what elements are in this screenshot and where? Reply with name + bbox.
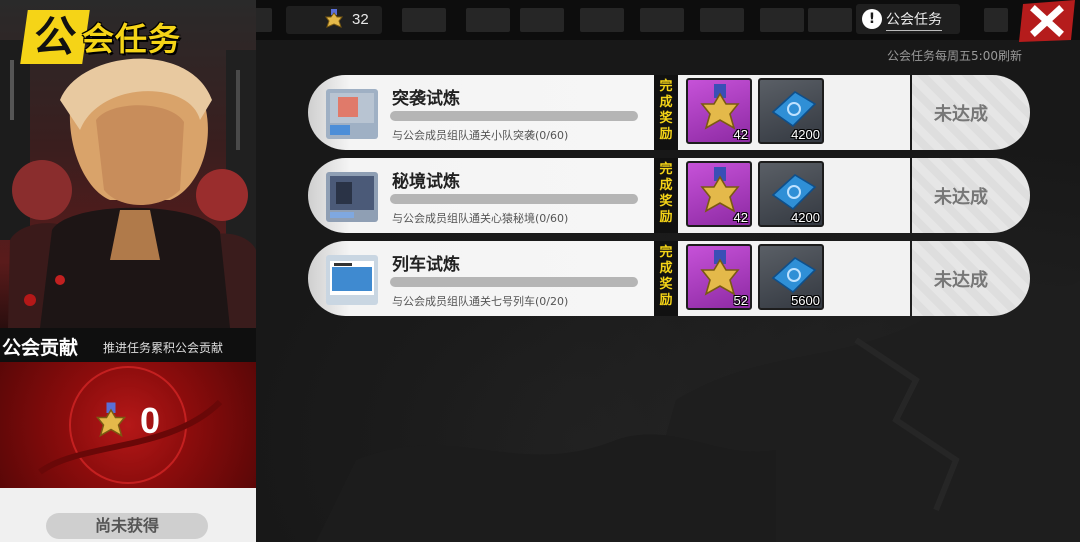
progress-bar — [390, 111, 638, 121]
top-slot — [984, 8, 1008, 32]
progress-bar — [390, 277, 638, 287]
reward-medal[interactable]: 42 — [686, 161, 752, 227]
top-slot — [402, 8, 446, 32]
task-description: 与公会成员组队通关心猿秘境(0/60) — [392, 212, 569, 225]
contribution-footer: 尚未获得 — [0, 488, 256, 542]
task-row: 秘境试炼 与公会成员组队通关心猿秘境(0/60) 完成奖励 42 4200 未达… — [308, 158, 1030, 233]
reward-area: 42 4200 — [678, 75, 910, 150]
reward-quantity: 42 — [733, 127, 748, 142]
task-name: 秘境试炼 — [392, 172, 460, 192]
task-description: 与公会成员组队通关七号列车(0/20) — [392, 295, 569, 308]
contribution-value: 0 — [140, 400, 161, 441]
reward-area: 52 5600 — [678, 241, 910, 316]
reward-quantity: 5600 — [791, 293, 820, 308]
guild-task-button[interactable]: ! 公会任务 — [856, 4, 960, 34]
reward-label: 完成奖励 — [654, 158, 678, 233]
status-text: 未达成 — [934, 270, 988, 291]
left-panel: 公 会任务 公会贡献 推进任务累积公会贡献 0 尚未获得 — [0, 0, 256, 542]
task-description: 与公会成员组队通关小队突袭(0/60) — [392, 129, 569, 142]
currency-value: 32 — [352, 11, 369, 28]
reward-label: 完成奖励 — [654, 241, 678, 316]
page-title: 会任务 — [82, 20, 182, 58]
task-thumbnail — [326, 172, 378, 222]
refresh-note: 公会任务每周五5:00刷新 — [887, 49, 1022, 63]
task-name: 突袭试炼 — [392, 89, 460, 109]
guild-task-label: 公会任务 — [886, 9, 942, 31]
reward-quantity: 52 — [733, 293, 748, 308]
task-status: 未达成 — [912, 158, 1030, 233]
contribution-header: 公会贡献 推进任务累积公会贡献 — [0, 328, 256, 362]
top-slot — [466, 8, 510, 32]
top-slot — [580, 8, 624, 32]
contribution-title: 公会贡献 — [2, 337, 79, 359]
task-row: 突袭试炼 与公会成员组队通关小队突袭(0/60) 完成奖励 42 4200 未达… — [308, 75, 1030, 150]
reward-quantity: 4200 — [791, 127, 820, 142]
contribution-subtitle: 推进任务累积公会贡献 — [103, 341, 224, 355]
close-button[interactable] — [1017, 0, 1077, 42]
status-text: 未达成 — [934, 104, 988, 125]
task-card[interactable]: 列车试炼 与公会成员组队通关七号列车(0/20) — [308, 241, 654, 316]
reward-quantity: 42 — [733, 210, 748, 225]
reward-label: 完成奖励 — [654, 75, 678, 150]
info-icon: ! — [862, 9, 882, 29]
top-slot — [760, 8, 804, 32]
medal-currency: 32 — [286, 6, 382, 34]
reward-medal[interactable]: 42 — [686, 78, 752, 144]
task-card[interactable]: 突袭试炼 与公会成员组队通关小队突袭(0/60) — [308, 75, 654, 150]
top-slot — [520, 8, 564, 32]
status-text: 未达成 — [934, 187, 988, 208]
progress-bar — [390, 194, 638, 204]
task-row: 列车试炼 与公会成员组队通关七号列车(0/20) 完成奖励 52 5600 未达… — [308, 241, 1030, 316]
medal-icon — [322, 9, 346, 37]
top-slot — [808, 8, 852, 32]
reward-ticket[interactable]: 4200 — [758, 161, 824, 227]
task-status: 未达成 — [912, 75, 1030, 150]
reward-quantity: 4200 — [791, 210, 820, 225]
task-card[interactable]: 秘境试炼 与公会成员组队通关心猿秘境(0/60) — [308, 158, 654, 233]
task-name: 列车试炼 — [392, 255, 460, 275]
task-thumbnail — [326, 89, 378, 139]
reward-area: 42 4200 — [678, 158, 910, 233]
reward-ticket[interactable]: 4200 — [758, 78, 824, 144]
task-thumbnail — [326, 255, 378, 305]
reward-ticket[interactable]: 5600 — [758, 244, 824, 310]
top-slot — [640, 8, 684, 32]
title-highlight: 公 — [20, 10, 90, 64]
contribution-box: 0 — [0, 362, 256, 488]
close-icon — [1019, 0, 1075, 42]
top-slot — [700, 8, 744, 32]
character-art: 公 会任务 — [0, 0, 256, 328]
medal-icon — [93, 402, 129, 446]
task-status: 未达成 — [912, 241, 1030, 316]
reward-medal[interactable]: 52 — [686, 244, 752, 310]
not-obtained-button[interactable]: 尚未获得 — [46, 513, 208, 539]
